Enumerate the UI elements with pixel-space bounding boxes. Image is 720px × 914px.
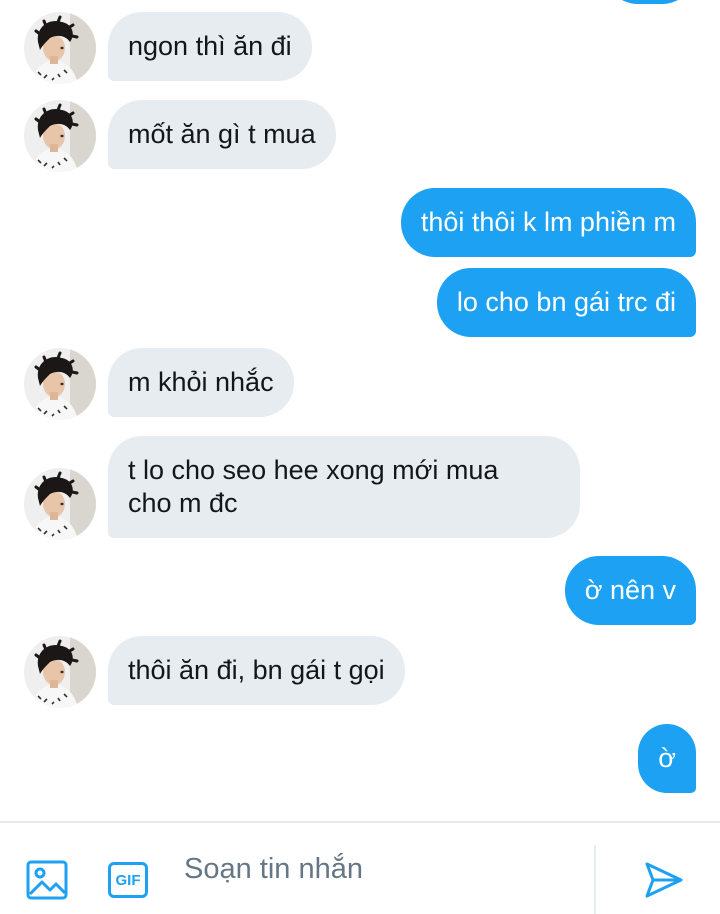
gif-icon: GIF [108,862,148,898]
message-bubble-incoming[interactable]: thôi ăn đi, bn gái t gọi [108,636,405,705]
message-thread[interactable]: ngon thì ăn đi mốt ăn gì t mua thôi thôi… [0,0,720,820]
send-button[interactable] [640,857,688,903]
avatar[interactable] [24,100,96,172]
avatar[interactable] [24,468,96,540]
image-icon [26,860,68,900]
add-photo-button[interactable] [24,857,70,903]
message-bubble-outgoing[interactable]: thôi thôi k lm phiền m [400,188,696,257]
message-bubble-partial [604,0,696,4]
divider [594,845,596,914]
message-composer: GIF [0,821,720,914]
message-bubble-incoming[interactable]: ngon thì ăn đi [108,12,312,81]
message-bubble-outgoing[interactable]: ờ nên v [564,556,696,625]
message-input[interactable] [184,847,574,891]
send-icon [645,862,683,898]
add-gif-button[interactable]: GIF [106,859,150,901]
message-bubble-outgoing[interactable]: ờ [638,724,696,793]
message-bubble-incoming[interactable]: m khỏi nhắc [108,348,294,417]
message-bubble-incoming[interactable]: mốt ăn gì t mua [108,100,336,169]
avatar[interactable] [24,12,96,84]
avatar[interactable] [24,636,96,708]
message-bubble-outgoing[interactable]: lo cho bn gái trc đi [436,268,696,337]
avatar[interactable] [24,348,96,420]
message-bubble-incoming[interactable]: t lo cho seo hee xong mới mua cho m đc [108,436,580,538]
